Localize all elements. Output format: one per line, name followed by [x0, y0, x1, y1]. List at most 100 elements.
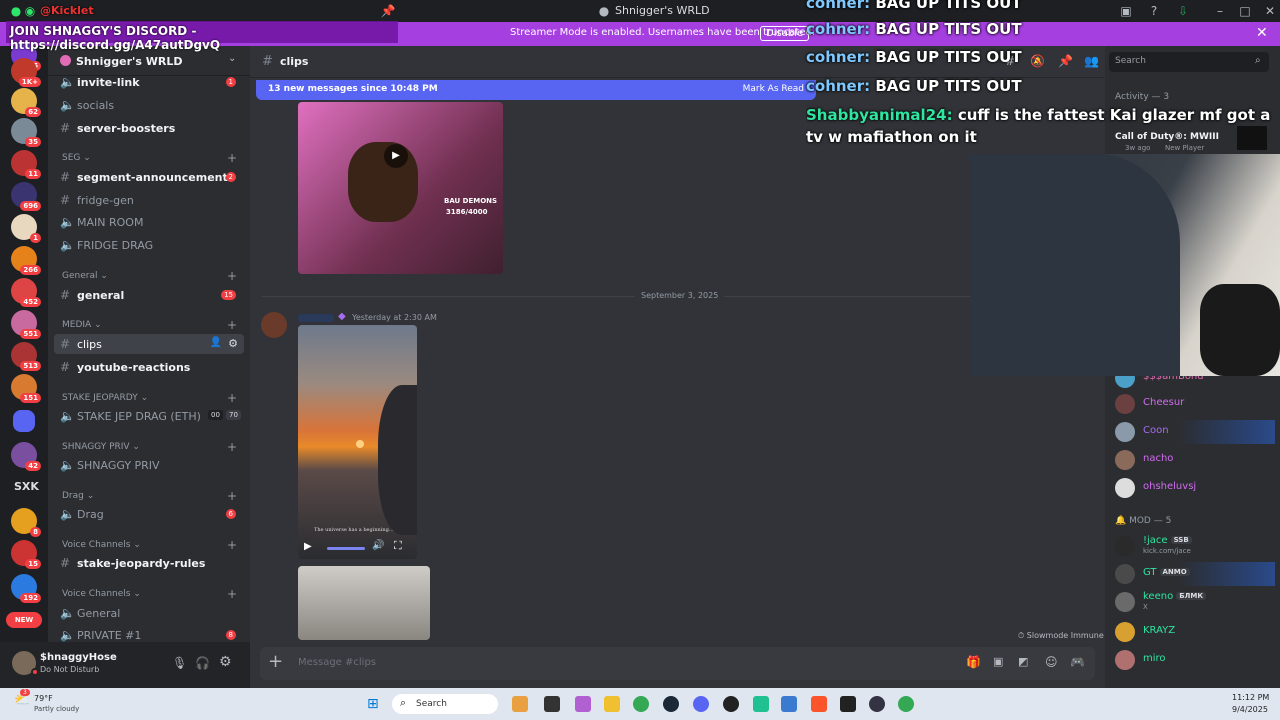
chrome-profile-icon[interactable] [898, 696, 914, 712]
server-icon-2[interactable]: 1K+ [11, 58, 41, 87]
server-icon-7[interactable]: 1 [11, 214, 41, 243]
apps-icon[interactable]: 🎮 [1070, 655, 1085, 669]
add-channel-icon[interactable]: + [227, 587, 237, 601]
message-input[interactable]: Message #clips [298, 657, 376, 668]
channel-general-voice[interactable]: 🔈 General [54, 603, 244, 623]
channel-stake-jep-drag[interactable]: 🔈 STAKE JEP DRAG (ETH) 00 70 [54, 406, 244, 426]
sticker-icon[interactable]: ◩ [1018, 655, 1028, 668]
close-banner-icon[interactable]: ✕ [1256, 25, 1268, 41]
channel-drag[interactable]: 🔈 Drag 6 [54, 504, 244, 524]
add-channel-icon[interactable]: + [227, 151, 237, 165]
channel-stake-jeopardy-rules[interactable]: # stake-jeopardy-rules [54, 553, 244, 573]
sunset-video[interactable]: The universe has a beginning... ▶ 🔊 ⛶ [298, 325, 417, 559]
server-icon-6[interactable]: 696 [11, 182, 41, 211]
folder-icon[interactable] [13, 410, 35, 432]
channel-socials[interactable]: 🔈 socials [54, 95, 244, 115]
server-icon-15[interactable]: 15 [11, 540, 41, 569]
add-channel-icon[interactable]: + [227, 489, 237, 503]
truncated-username[interactable] [298, 314, 334, 322]
server-icon-11[interactable]: 513 [11, 342, 41, 371]
play-icon[interactable]: ▶ [304, 541, 312, 552]
copilot-icon[interactable] [512, 696, 528, 712]
member-5[interactable]: ohsheluvsj [1115, 476, 1275, 500]
server-icon-4[interactable]: 35 [11, 118, 41, 147]
steam-icon[interactable] [663, 696, 679, 712]
volume-icon[interactable]: 🔊 [372, 540, 384, 551]
category-seg[interactable]: SEG ⌄ + [62, 151, 237, 165]
channel-segment-announcement[interactable]: # segment-announcement 2 [54, 167, 244, 187]
channel-fridge-drag[interactable]: 🔈 FRIDGE DRAG [54, 235, 244, 255]
room-image-attachment[interactable] [298, 566, 430, 640]
member-3[interactable]: Coon [1115, 420, 1275, 444]
mod-member-1[interactable]: !jace SSB kick.com/jace [1115, 534, 1275, 558]
clip-thumbnail[interactable]: ▶ BAU DEMONS 3186/4000 [298, 102, 503, 274]
category-drag[interactable]: Drag ⌄ + [62, 489, 237, 503]
add-channel-icon[interactable]: + [227, 440, 237, 454]
add-channel-icon[interactable]: + [227, 318, 237, 332]
inbox-icon[interactable]: ▣ [1118, 3, 1134, 19]
notifications-icon[interactable]: 🔕 [1030, 54, 1045, 68]
mod-member-2[interactable]: GT ANMO [1115, 562, 1275, 586]
mod-member-3[interactable]: keeno БЛМК X [1115, 590, 1275, 614]
category-general[interactable]: General ⌄ + [62, 269, 237, 283]
server-icon-3[interactable]: 62 [11, 88, 41, 117]
brave-icon[interactable] [811, 696, 827, 712]
member-4[interactable]: nacho [1115, 448, 1275, 472]
server-icon-13[interactable]: 42 [11, 442, 41, 471]
headphones-icon[interactable]: 🎧 [195, 656, 210, 670]
help-icon[interactable]: ? [1146, 3, 1162, 19]
disable-streamer-mode-button[interactable]: Disable [760, 26, 810, 41]
task-view-icon[interactable] [544, 696, 560, 712]
category-media[interactable]: MEDIA ⌄ + [62, 318, 237, 332]
chrome-icon[interactable] [633, 696, 649, 712]
add-channel-icon[interactable]: + [227, 269, 237, 283]
server-icon-12[interactable]: 151 [11, 374, 41, 403]
obs-icon[interactable] [723, 696, 739, 712]
minimize-icon[interactable]: – [1212, 3, 1228, 19]
server-sxk[interactable]: SXK [14, 480, 39, 493]
add-channel-icon[interactable]: + [227, 538, 237, 552]
app-icon-3[interactable] [840, 696, 856, 712]
server-icon-8[interactable]: 266 [11, 246, 41, 275]
gift-icon[interactable]: 🎁 [966, 655, 981, 669]
category-voice-channels-2[interactable]: Voice Channels ⌄ + [62, 587, 237, 601]
download-icon[interactable]: ⇩ [1175, 3, 1191, 19]
maximize-icon[interactable]: □ [1237, 3, 1253, 19]
play-icon[interactable]: ▶ [384, 144, 408, 168]
channel-server-boosters[interactable]: # server-boosters [54, 118, 244, 138]
mod-member-4[interactable]: KRAYZ [1115, 620, 1275, 644]
channel-main-room[interactable]: 🔈 MAIN ROOM [54, 212, 244, 232]
channel-clips[interactable]: # clips 👤 ⚙ [54, 334, 244, 354]
clock-date[interactable]: 9/4/2025 [1232, 705, 1268, 714]
member-2[interactable]: Cheesur [1115, 392, 1275, 416]
message-avatar[interactable] [261, 312, 287, 338]
category-shnaggy-priv[interactable]: SHNAGGY PRIV ⌄ + [62, 440, 237, 454]
channel-fridge-gen[interactable]: # fridge-gen [54, 190, 244, 210]
app-icon[interactable] [575, 696, 591, 712]
chevron-down-icon[interactable]: ⌄ [228, 53, 236, 64]
powershell-icon[interactable] [781, 696, 797, 712]
mod-member-5[interactable]: miro [1115, 648, 1275, 672]
add-channel-icon[interactable]: + [227, 391, 237, 405]
gif-icon[interactable]: ▣ [993, 655, 1003, 668]
server-icon-9[interactable]: 452 [11, 278, 41, 307]
search-input[interactable]: Search ⌕ [1109, 52, 1269, 72]
invite-icon[interactable]: 👤 [210, 337, 222, 348]
file-explorer-icon[interactable] [604, 696, 620, 712]
channel-invite-link[interactable]: 🔈 invite-link 1 [54, 72, 244, 92]
gear-icon[interactable]: ⚙ [228, 337, 238, 350]
channel-general[interactable]: # general 15 [54, 285, 244, 305]
mark-as-read-button[interactable]: Mark As Read [743, 84, 804, 94]
close-window-icon[interactable]: ✕ [1262, 3, 1278, 19]
server-icon-14[interactable]: 8 [11, 508, 41, 537]
username[interactable]: $hnaggyHose [40, 652, 117, 663]
taskbar-search[interactable]: ⌕ Search [392, 694, 498, 714]
server-icon-16[interactable]: 192 [11, 574, 41, 603]
channel-youtube-reactions[interactable]: # youtube-reactions [54, 357, 244, 377]
category-voice-channels-1[interactable]: Voice Channels ⌄ + [62, 538, 237, 552]
new-messages-bar[interactable]: 13 new messages since 10:48 PM Mark As R… [256, 80, 816, 100]
volume-slider[interactable] [327, 547, 365, 550]
server-icon-5[interactable]: 11 [11, 150, 41, 179]
add-attachment-icon[interactable]: + [268, 651, 283, 672]
app-icon-2[interactable] [753, 696, 769, 712]
